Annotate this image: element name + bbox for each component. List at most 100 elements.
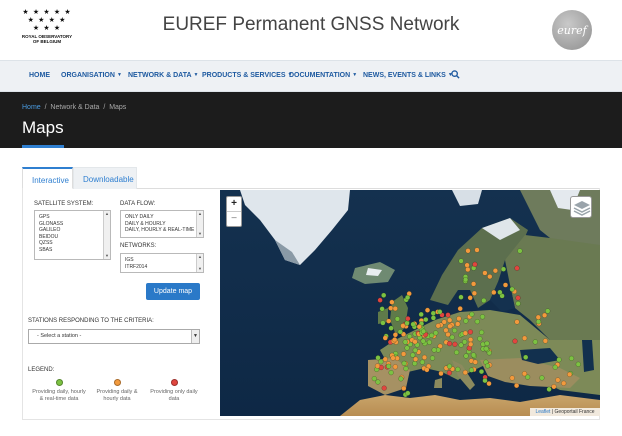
station-marker[interactable]	[447, 323, 453, 329]
station-marker[interactable]	[401, 360, 407, 367]
station-marker[interactable]	[523, 354, 529, 360]
station-marker[interactable]	[405, 390, 411, 396]
station-marker[interactable]	[453, 349, 460, 356]
station-marker[interactable]	[392, 364, 398, 370]
station-marker[interactable]	[420, 328, 427, 334]
station-marker[interactable]	[539, 375, 545, 381]
station-marker[interactable]	[398, 376, 404, 382]
station-marker[interactable]	[420, 338, 426, 344]
scroll-up-icon[interactable]: ▲	[197, 211, 203, 217]
station-marker[interactable]	[471, 290, 478, 296]
station-marker[interactable]	[452, 341, 458, 347]
networks-listbox[interactable]: IGS ITRF2014 ▲ ▼	[120, 253, 204, 273]
station-marker[interactable]	[521, 371, 528, 377]
station-marker[interactable]	[405, 316, 411, 322]
station-marker[interactable]	[514, 265, 520, 271]
station-marker[interactable]	[468, 341, 474, 347]
station-marker[interactable]	[484, 363, 491, 369]
scroll-down-icon[interactable]: ▼	[197, 266, 203, 272]
station-marker[interactable]	[381, 292, 387, 298]
station-marker[interactable]	[469, 311, 475, 317]
station-marker[interactable]	[568, 355, 575, 362]
station-marker[interactable]	[483, 346, 489, 352]
station-marker[interactable]	[430, 310, 436, 316]
nav-news-events-links[interactable]: NEWS, EVENTS & LINKS ▼	[363, 72, 453, 79]
station-marker[interactable]	[431, 347, 437, 353]
station-marker[interactable]	[546, 386, 552, 392]
station-marker[interactable]	[381, 385, 387, 391]
map-satellite-imagery[interactable]	[220, 190, 600, 416]
breadcrumb-section[interactable]: Network & Data	[50, 104, 99, 111]
station-marker[interactable]	[545, 308, 551, 314]
zoom-out-button[interactable]: −	[227, 212, 241, 227]
station-marker[interactable]	[447, 317, 453, 323]
station-marker[interactable]	[484, 340, 490, 347]
nav-documentation[interactable]: DOCUMENTATION ▼	[289, 72, 357, 79]
station-marker[interactable]	[401, 385, 407, 392]
station-marker[interactable]	[566, 371, 573, 378]
station-marker[interactable]	[410, 352, 416, 358]
nav-organisation[interactable]: ORGANISATION ▼	[61, 72, 122, 79]
station-marker[interactable]	[474, 247, 480, 253]
station-marker[interactable]	[532, 339, 538, 345]
station-marker[interactable]	[470, 352, 477, 358]
station-marker[interactable]	[397, 329, 403, 335]
station-marker[interactable]	[412, 339, 418, 345]
station-marker[interactable]	[515, 295, 521, 301]
leaflet-link[interactable]: Leaflet	[535, 409, 550, 415]
station-marker[interactable]	[402, 339, 408, 345]
station-marker[interactable]	[424, 367, 430, 373]
station-marker[interactable]	[467, 337, 474, 343]
station-marker[interactable]	[462, 330, 469, 336]
station-marker[interactable]	[388, 305, 394, 311]
station-marker[interactable]	[386, 318, 392, 324]
station-marker[interactable]	[478, 368, 485, 375]
station-marker[interactable]	[513, 382, 520, 389]
station-marker[interactable]	[465, 266, 471, 273]
station-marker[interactable]	[423, 316, 429, 323]
station-marker[interactable]	[502, 282, 509, 288]
nav-network-data[interactable]: NETWORK & DATA ▼	[128, 72, 198, 79]
station-marker[interactable]	[468, 367, 475, 373]
station-marker[interactable]	[437, 309, 443, 315]
station-marker[interactable]	[497, 289, 503, 295]
station-marker[interactable]	[486, 380, 492, 387]
station-marker[interactable]	[412, 356, 419, 362]
station-marker[interactable]	[388, 369, 394, 376]
tab-interactive[interactable]: Interactive	[22, 167, 73, 189]
station-marker[interactable]	[435, 323, 441, 329]
station-marker[interactable]	[389, 299, 395, 305]
station-marker[interactable]	[374, 363, 381, 369]
station-marker[interactable]	[403, 365, 409, 372]
zoom-control[interactable]: + −	[226, 196, 242, 227]
station-select[interactable]: - Select a station - ▼	[28, 329, 200, 344]
station-marker[interactable]	[418, 311, 424, 318]
station-marker[interactable]	[478, 329, 485, 336]
list-item[interactable]: SBAS	[39, 247, 106, 254]
station-marker[interactable]	[382, 335, 388, 341]
nav-home[interactable]: HOME	[29, 72, 50, 79]
station-marker[interactable]	[380, 320, 386, 326]
station-marker[interactable]	[382, 356, 388, 362]
station-marker[interactable]	[512, 338, 518, 344]
station-marker[interactable]	[392, 337, 398, 343]
station-marker[interactable]	[458, 258, 464, 264]
euref-logo[interactable]: euref	[552, 10, 592, 50]
list-item[interactable]: DAILY, HOURLY & REAL-TIME	[125, 227, 199, 234]
station-marker[interactable]	[410, 321, 416, 327]
station-marker[interactable]	[400, 351, 407, 357]
station-marker[interactable]	[556, 357, 562, 363]
station-marker[interactable]	[456, 315, 462, 322]
station-marker[interactable]	[479, 314, 486, 320]
station-marker[interactable]	[377, 297, 383, 303]
station-marker[interactable]	[509, 375, 515, 381]
station-marker[interactable]	[429, 355, 436, 361]
station-marker[interactable]	[482, 270, 488, 276]
update-map-button[interactable]: Update map	[146, 283, 200, 300]
station-marker[interactable]	[551, 384, 557, 390]
search-icon[interactable]	[451, 70, 460, 81]
station-marker[interactable]	[535, 319, 542, 325]
station-marker[interactable]	[561, 380, 567, 386]
station-marker[interactable]	[419, 359, 426, 365]
station-marker[interactable]	[455, 321, 461, 327]
